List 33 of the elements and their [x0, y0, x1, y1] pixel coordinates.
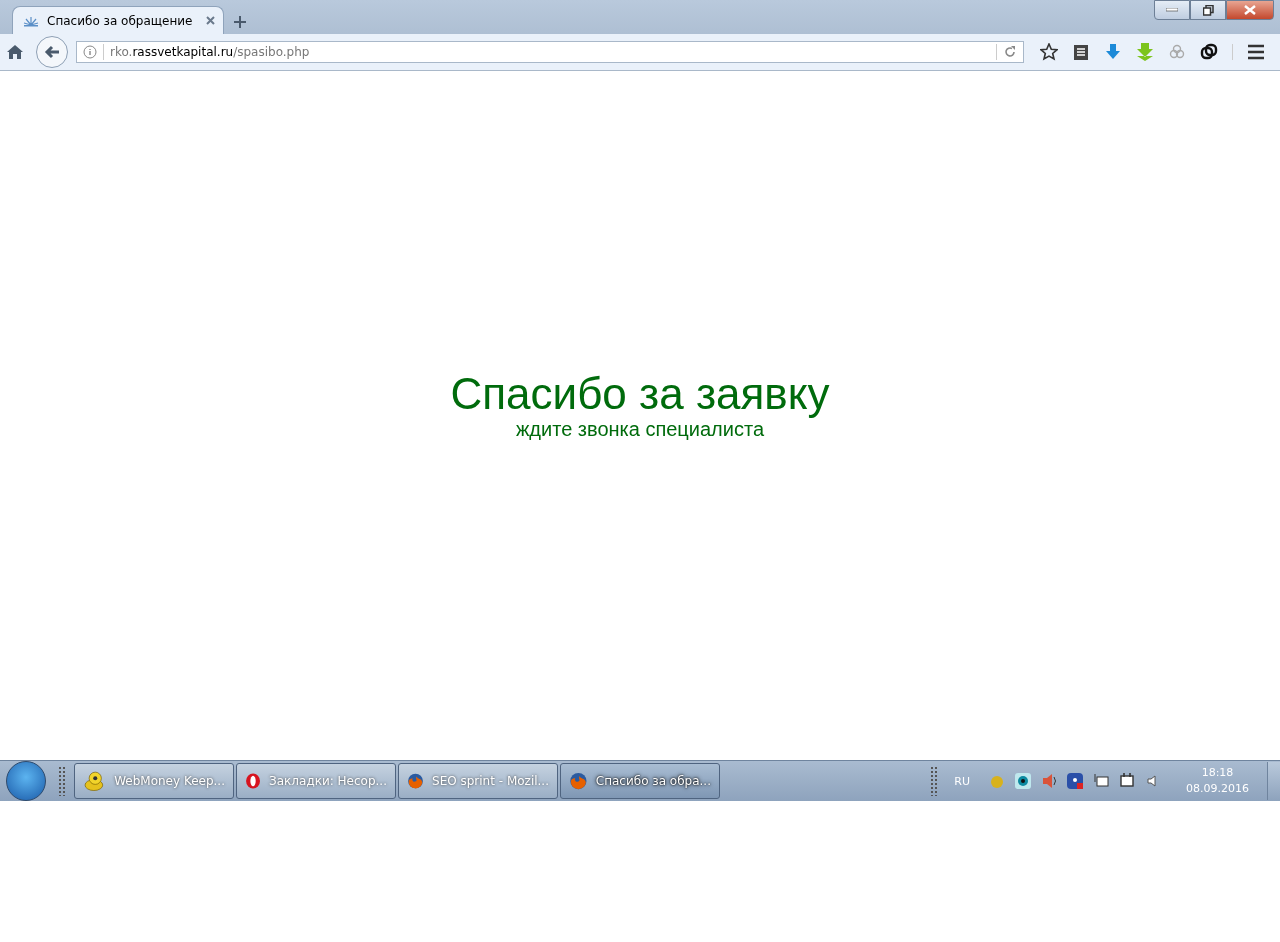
browser-tab[interactable]: Спасибо за обращение: [12, 6, 224, 34]
menu-icon[interactable]: [1247, 43, 1265, 61]
star-icon[interactable]: [1040, 43, 1058, 61]
taskbar-button[interactable]: SEO sprint - Mozil...: [398, 763, 558, 799]
sunrise-icon: [23, 14, 39, 27]
close-button[interactable]: [1226, 0, 1274, 20]
show-desktop-button[interactable]: [1267, 762, 1280, 800]
new-tab-icon[interactable]: [234, 16, 246, 28]
clock[interactable]: 18:18 08.09.2016: [1186, 764, 1249, 798]
taskbar-button[interactable]: Закладки: Несор...: [236, 763, 396, 799]
monitor-icon[interactable]: [1092, 772, 1110, 790]
start-button[interactable]: [6, 761, 46, 801]
page-heading: Спасибо за заявку: [450, 369, 830, 419]
info-icon[interactable]: [83, 45, 97, 59]
speaker-icon[interactable]: [1040, 772, 1058, 790]
network-error-icon[interactable]: [1066, 772, 1084, 790]
restore-button[interactable]: [1190, 0, 1226, 20]
close-icon[interactable]: [206, 16, 215, 25]
clipboard-list-icon[interactable]: [1072, 43, 1090, 61]
page-subheading: ждите звонка специалиста: [515, 418, 764, 442]
back-button[interactable]: [36, 36, 68, 68]
reload-icon[interactable]: [1003, 45, 1017, 59]
home-icon[interactable]: [6, 43, 24, 61]
language-indicator[interactable]: RU: [954, 774, 970, 788]
taskbar-button[interactable]: WebMoney Keep...: [74, 763, 234, 799]
back-arrow-icon: [44, 44, 60, 60]
tray-eye-icon[interactable]: [1014, 772, 1032, 790]
close-icon: [1244, 5, 1256, 15]
minimize-icon: [1166, 8, 1178, 12]
restore-icon: [1202, 4, 1214, 16]
address-bar[interactable]: rko.rassvetkapital.ru/spasibo.php: [76, 41, 1024, 63]
taskbar-button[interactable]: Спасибо за обра...: [560, 763, 720, 799]
download-icon[interactable]: [1104, 43, 1122, 61]
